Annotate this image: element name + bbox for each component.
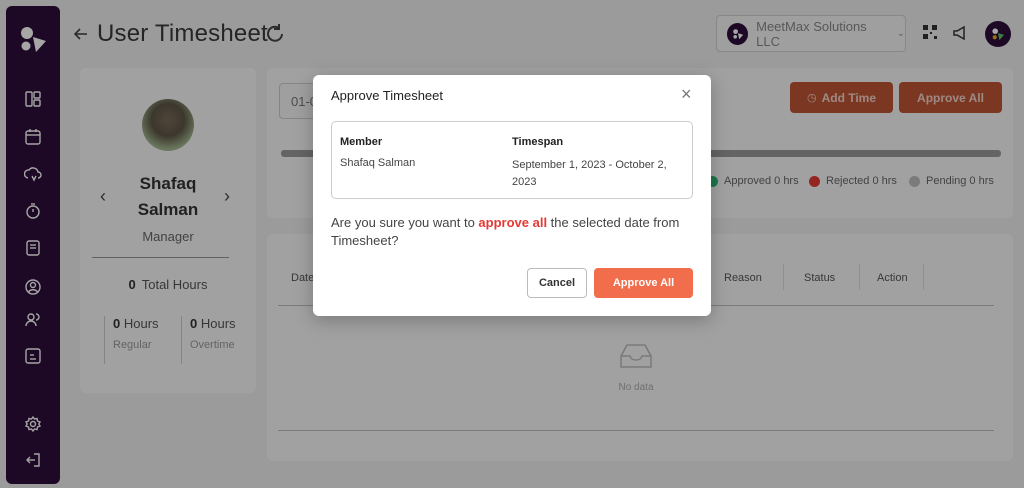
member-header: Member (340, 136, 383, 148)
close-icon[interactable]: × (681, 85, 692, 103)
approve-timesheet-dialog: Approve Timesheet × Member Timespan Shaf… (313, 75, 711, 316)
timespan-value: September 1, 2023 - October 2, 2023 (512, 159, 667, 188)
confirmation-message: Are you sure you want to approve all the… (331, 214, 696, 250)
cancel-button[interactable]: Cancel (527, 268, 587, 298)
approve-all-button[interactable]: Approve All (594, 268, 693, 298)
member-value: Shafaq Salman (340, 157, 416, 169)
dialog-title: Approve Timesheet (331, 88, 444, 103)
confirm-highlight: approve all (478, 215, 548, 230)
timespan-header: Timespan (512, 136, 564, 148)
timesheet-info-box: Member Timespan Shafaq Salman September … (331, 121, 693, 199)
confirm-prefix: Are you sure you want to (331, 215, 479, 230)
